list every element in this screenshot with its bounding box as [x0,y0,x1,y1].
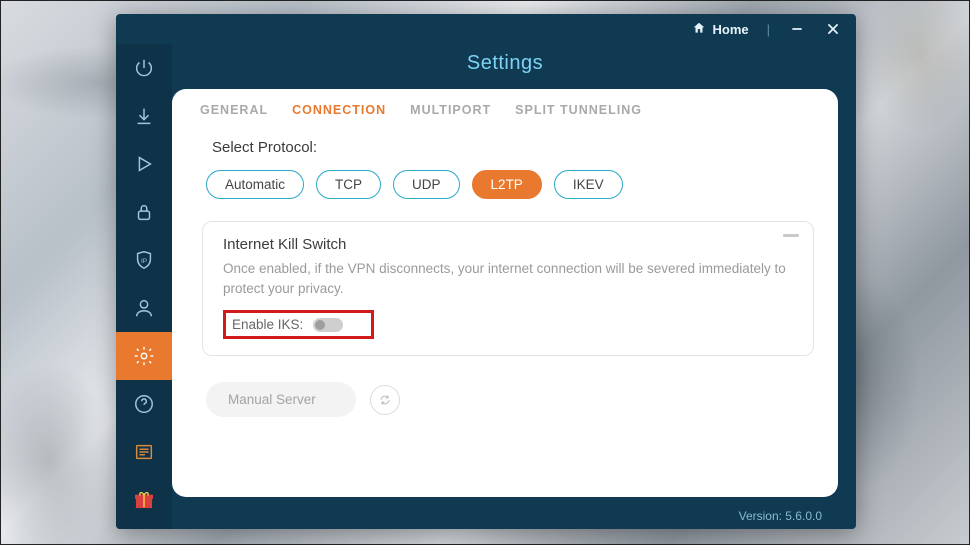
settings-tabs: GENERAL CONNECTION MULTIPORT SPLIT TUNNE… [200,103,814,117]
user-icon [133,297,155,319]
protocol-automatic[interactable]: Automatic [206,170,304,199]
collapse-button[interactable] [783,234,799,237]
ip-shield-icon: IP [133,249,155,271]
settings-panel: GENERAL CONNECTION MULTIPORT SPLIT TUNNE… [172,89,838,497]
sidebar-item-settings[interactable] [116,332,172,380]
sidebar-item-news[interactable] [116,428,172,476]
sidebar-item-power[interactable] [116,44,172,92]
highlight-box: Enable IKS: [223,310,374,339]
sidebar-item-download[interactable] [116,92,172,140]
sidebar-item-user[interactable] [116,284,172,332]
protocol-tcp[interactable]: TCP [316,170,381,199]
download-icon [133,105,155,127]
version-label: Version: 5.6.0.0 [172,505,838,529]
tab-connection[interactable]: CONNECTION [292,103,386,117]
protocol-l2tp[interactable]: L2TP [472,170,542,199]
power-icon [133,57,155,79]
gift-icon [133,489,155,511]
home-label: Home [712,22,748,37]
svg-text:IP: IP [141,258,147,265]
tab-split-tunneling[interactable]: SPLIT TUNNELING [515,103,642,117]
protocol-ikev[interactable]: IKEV [554,170,623,199]
app-window: Home | IP [116,14,856,529]
enable-iks-toggle[interactable] [313,318,343,332]
refresh-icon [379,394,391,406]
sidebar-item-help[interactable] [116,380,172,428]
lock-icon [133,201,155,223]
protocol-udp[interactable]: UDP [393,170,460,199]
titlebar-separator: | [767,22,770,37]
enable-iks-label: Enable IKS: [232,317,303,332]
sidebar-item-lock[interactable] [116,188,172,236]
select-protocol-label: Select Protocol: [212,139,814,156]
home-icon [692,21,706,38]
manual-server-refresh[interactable] [370,385,400,415]
minimize-button[interactable] [788,22,806,36]
sidebar-item-gift[interactable] [116,476,172,524]
page-title: Settings [172,44,838,89]
manual-server-button[interactable]: Manual Server [206,382,356,417]
titlebar: Home | [116,14,856,44]
kill-switch-card: Internet Kill Switch Once enabled, if th… [202,221,814,356]
sidebar: IP [116,44,172,529]
kill-switch-title: Internet Kill Switch [223,236,793,253]
protocol-options: Automatic TCP UDP L2TP IKEV [206,170,814,199]
news-icon [133,441,155,463]
kill-switch-description: Once enabled, if the VPN disconnects, yo… [223,259,793,298]
help-icon [133,393,155,415]
tab-multiport[interactable]: MULTIPORT [410,103,491,117]
sidebar-item-ip[interactable]: IP [116,236,172,284]
tab-general[interactable]: GENERAL [200,103,268,117]
close-button[interactable] [824,22,842,36]
sidebar-item-play[interactable] [116,140,172,188]
play-icon [133,153,155,175]
home-button[interactable]: Home [692,21,748,38]
gear-icon [133,345,155,367]
